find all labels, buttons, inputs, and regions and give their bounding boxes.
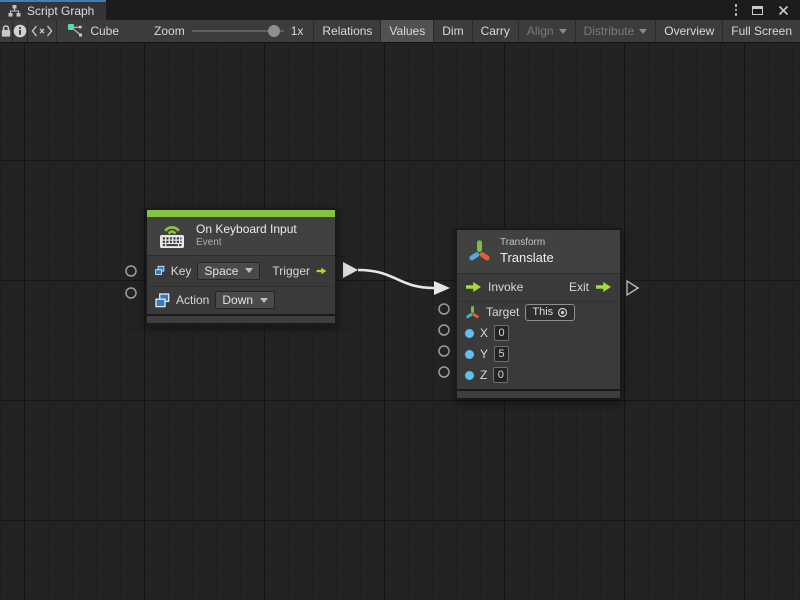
distribute-dropdown[interactable]: Distribute [576,20,657,42]
trigger-label: Trigger [272,264,310,278]
lock-icon [0,24,12,38]
align-dropdown[interactable]: Align [519,20,576,42]
z-value-field[interactable]: 0 [493,367,508,383]
action-row: Action Down [147,286,335,314]
port-action-input[interactable] [126,288,136,298]
translate-node-title: Translate [500,250,554,266]
x-label: X [480,326,488,340]
graph-pointer-icon [67,23,83,39]
info-icon [13,24,27,38]
wire-arrowhead-icon [434,281,450,295]
transform-gizmo-icon [467,238,492,264]
connection-wire-trigger-to-invoke[interactable] [358,270,434,288]
port-z-input[interactable] [439,367,449,377]
maximize-icon[interactable] [752,6,763,15]
graph-toolbar: Cube Zoom 1x Relations Values Dim Carry … [0,20,800,43]
target-label: Target [486,305,519,319]
code-preview-button[interactable] [28,20,57,42]
event-node-subtitle: Event [196,237,297,250]
zoom-control: Zoom 1x [154,24,303,38]
toolbar-middle: Cube Zoom 1x [57,20,314,42]
translate-node-footer [455,391,622,400]
enum-type-icon [155,263,165,278]
zoom-value: 1x [291,24,304,38]
action-label: Action [176,293,209,307]
graph-tab-icon [8,5,21,17]
tab-script-graph[interactable]: Script Graph [0,0,106,20]
chevron-down-icon [559,29,567,34]
y-label: Y [480,347,488,361]
key-label: Key [171,264,192,278]
event-node-header[interactable]: On Keyboard Input Event [147,217,335,256]
invoke-exit-row: Invoke Exit [457,274,620,302]
graph-target-label: Cube [90,24,119,38]
node-translate[interactable]: Transform Translate Invoke Exit [455,228,622,400]
trigger-flow-arrow-icon[interactable] [316,265,327,277]
toolbar-buttons: Relations Values Dim Carry Align Distrib… [314,20,800,42]
exit-label: Exit [569,280,589,294]
window-menu-icon[interactable] [735,4,738,16]
values-button[interactable]: Values [381,20,434,42]
float-type-icon [465,371,474,380]
script-graph-window: Script Graph [0,0,800,600]
dim-button[interactable]: Dim [434,20,472,42]
window-controls [735,0,800,20]
translate-node-category: Transform [500,237,554,250]
chevron-down-icon [639,29,647,34]
invoke-label: Invoke [488,280,523,294]
trigger-output-connector[interactable] [343,262,358,278]
info-button[interactable] [13,20,28,42]
x-row: X 0 [457,323,620,344]
y-value-field[interactable]: 5 [494,346,509,362]
port-x-input[interactable] [439,325,449,335]
node-on-keyboard-input[interactable]: On Keyboard Input Event Key Space [145,208,337,325]
y-row: Y 5 [457,344,620,365]
z-row: Z 0 [457,365,620,386]
exit-flow-arrow-icon[interactable] [595,281,612,293]
exit-output-connector[interactable] [627,281,638,295]
key-row: Key Space Trigger [147,256,335,286]
port-key-input[interactable] [126,266,136,276]
port-target-input[interactable] [439,304,449,314]
lock-button[interactable] [0,20,13,42]
tab-bar: Script Graph [0,0,800,20]
event-accent-stripe [147,210,335,217]
zoom-slider-handle[interactable] [268,25,280,37]
action-dropdown[interactable]: Down [215,291,275,309]
enum-type-icon [155,293,170,308]
zoom-slider[interactable] [192,25,284,37]
port-y-input[interactable] [439,346,449,356]
zoom-label: Zoom [154,24,185,38]
chevron-down-icon [260,298,268,303]
transform-type-icon [465,305,480,320]
event-node-footer [145,316,337,325]
translate-node-header[interactable]: Transform Translate [457,230,620,274]
graph-canvas[interactable]: On Keyboard Input Event Key Space [0,43,800,600]
keyboard-event-icon [156,222,188,249]
target-picker-icon [557,307,568,318]
target-row: Target This [457,302,620,323]
x-value-field[interactable]: 0 [494,325,509,341]
event-node-title: On Keyboard Input [196,222,297,237]
overview-button[interactable]: Overview [656,20,723,42]
z-label: Z [480,368,487,382]
float-type-icon [465,350,474,359]
invoke-flow-arrow-icon[interactable] [465,281,482,293]
close-icon[interactable] [778,5,789,16]
float-type-icon [465,329,474,338]
chevron-down-icon [245,268,253,273]
connections-overlay [0,43,800,600]
carry-button[interactable]: Carry [473,20,519,42]
tab-title: Script Graph [27,4,94,18]
fullscreen-button[interactable]: Full Screen [723,20,800,42]
code-preview-icon [31,25,53,37]
key-dropdown[interactable]: Space [197,262,260,280]
relations-button[interactable]: Relations [314,20,381,42]
target-this-button[interactable]: This [525,304,575,321]
